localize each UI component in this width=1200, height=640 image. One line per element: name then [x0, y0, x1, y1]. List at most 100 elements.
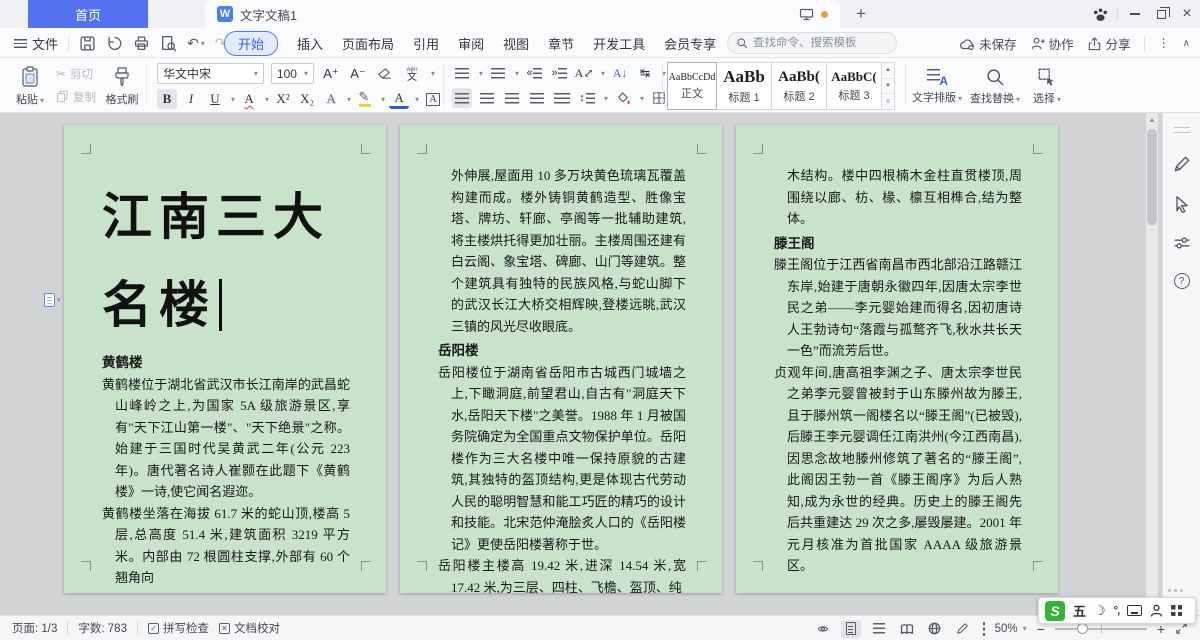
more-options-icon[interactable]: ⋮	[1158, 36, 1170, 50]
zoom-level-button[interactable]: 50% ▾	[995, 623, 1027, 635]
bullet-list-button[interactable]	[452, 63, 472, 83]
word-count[interactable]: 字数: 783	[78, 620, 127, 636]
underline-button[interactable]: U	[205, 89, 225, 109]
increase-indent-button[interactable]: »	[549, 63, 569, 83]
tab-page-layout[interactable]: 页面布局	[342, 34, 394, 53]
shading-dropdown-icon[interactable]: ▾	[640, 94, 644, 103]
paragraph[interactable]: 外伸展,屋面用 10 多万块黄色琉璃瓦覆盖构建而成。楼外铸铜黄鹤造型、胜像宝塔、…	[438, 165, 686, 337]
font-color-button[interactable]: A	[389, 89, 409, 109]
share-button[interactable]: 分享	[1087, 34, 1131, 53]
zoom-slider-knob[interactable]	[1077, 623, 1088, 634]
tab-member[interactable]: 会员专享	[664, 34, 716, 53]
soft-keyboard-icon[interactable]	[1127, 605, 1142, 616]
phonetic-dropdown-icon[interactable]: ▾	[431, 69, 435, 78]
ime-toolbox-icon[interactable]	[1171, 605, 1182, 616]
undo-button[interactable]: ↶▾	[187, 35, 205, 52]
align-left-button[interactable]	[452, 88, 472, 108]
fit-page-button[interactable]	[983, 623, 985, 635]
collapse-ribbon-icon[interactable]: ∧	[1183, 38, 1190, 49]
vertical-scrollbar[interactable]: ▲	[1146, 113, 1158, 615]
heading-yueyanglou[interactable]: 岳阳楼	[438, 340, 686, 362]
heading-huanghelou[interactable]: 黄鹤楼	[102, 352, 350, 374]
strikethrough-dropdown-icon[interactable]: ▾	[265, 95, 269, 104]
apps-paw-icon[interactable]	[1087, 0, 1113, 28]
style-heading3[interactable]: AaBbC( 标题 3	[827, 62, 882, 110]
select-button[interactable]: 选择▾	[1024, 58, 1070, 112]
underline-dropdown-icon[interactable]: ▾	[231, 95, 235, 104]
settings-button[interactable]	[1173, 235, 1191, 251]
line-spacing-button[interactable]: ↕	[577, 88, 597, 108]
page-indicator[interactable]: 页面: 1/3	[12, 620, 57, 636]
tab-insert[interactable]: 插入	[297, 34, 323, 53]
paragraph[interactable]: 木结构。楼中四根楠木金柱直贯楼顶,周围绕以廊、枋、椽、檩互相榫合,结为整体。	[774, 165, 1022, 230]
character-scale-dropdown-icon[interactable]: ▾	[601, 69, 605, 78]
decrease-indent-button[interactable]: «	[524, 63, 544, 83]
zoom-dropdown-icon[interactable]: ▾	[1023, 624, 1027, 633]
paragraph[interactable]: 滕王阁位于江西省南昌市西北部沿江路赣江东岸,始建于唐朝永徽四年,因唐太宗李世民之…	[774, 254, 1022, 362]
print-button[interactable]	[133, 35, 150, 52]
font-name-dropdown-icon[interactable]: ▾	[254, 69, 258, 78]
font-color-dropdown-icon[interactable]: ▾	[415, 95, 419, 104]
text-layout-dropdown-icon[interactable]: ▾	[958, 94, 962, 103]
wrap-mark-button[interactable]: ↹	[635, 63, 655, 83]
heading-tengwangge[interactable]: 滕王阁	[774, 233, 1022, 255]
doc-proof-button[interactable]: ✕ 文档校对	[219, 620, 280, 636]
scroll-up-icon[interactable]: ▲	[1146, 113, 1158, 127]
align-center-button[interactable]	[477, 88, 497, 108]
annotate-pen-button[interactable]	[1173, 155, 1191, 173]
halfwidth-moon-icon[interactable]: ☽	[1094, 603, 1106, 619]
scrollbar-thumb[interactable]	[1147, 129, 1157, 225]
text-effects-dropdown-icon[interactable]: ▾	[347, 95, 351, 104]
page-1[interactable]: ▾ 江南三大 名楼 黄鹤楼 黄鹤楼位于湖北省武汉市长江南岸的武昌蛇山峰岭之上,为…	[64, 125, 386, 593]
bold-button[interactable]: B	[157, 89, 177, 109]
character-scale-button[interactable]: A⤢	[574, 63, 594, 83]
font-name-combo[interactable]: 华文中宋 ▾	[157, 63, 264, 84]
justify-button[interactable]	[527, 88, 547, 108]
minimize-button[interactable]	[1122, 0, 1148, 28]
tab-document[interactable]: W 文字文稿1	[205, 0, 840, 28]
format-painter-button[interactable]: 格式刷	[100, 58, 144, 112]
phonetic-guide-button[interactable]: wén 文	[402, 64, 422, 84]
style-heading1[interactable]: AaBb 标题 1	[717, 62, 772, 110]
paste-dropdown-icon[interactable]: ▾	[40, 96, 44, 105]
font-size-combo[interactable]: 100 ▾	[271, 63, 314, 84]
style-normal[interactable]: AaBbCcDd 正文	[667, 62, 717, 110]
highlight-button[interactable]	[355, 89, 375, 109]
paragraph[interactable]: 黄鹤楼位于湖北省武汉市长江南岸的武昌蛇山峰岭之上,为国家 5A 级旅游景区,享有…	[102, 374, 350, 503]
page-3[interactable]: 木结构。楼中四根楠木金柱直贯楼顶,周围绕以廊、枋、椽、檩互相榫合,结为整体。 滕…	[736, 125, 1058, 593]
sogou-logo[interactable]: S	[1045, 601, 1065, 621]
clear-format-button[interactable]	[375, 64, 395, 84]
paragraph[interactable]: 贞观年间,唐高祖李渊之子、唐太宗李世民之弟李元婴曾被封于山东滕州故为滕王,且于滕…	[774, 362, 1022, 577]
ime-mode-wubi[interactable]: 五	[1073, 601, 1086, 620]
save-status[interactable]: 未保存	[959, 34, 1017, 53]
superscript-button[interactable]: X²	[273, 89, 293, 109]
eye-protect-button[interactable]	[815, 623, 831, 635]
tab-references[interactable]: 引用	[413, 34, 439, 53]
text-effects-button[interactable]: A	[321, 89, 341, 109]
punctuation-mode[interactable]: °,	[1114, 605, 1119, 617]
styles-scroll-down-icon[interactable]: ▼	[882, 79, 894, 95]
file-menu-button[interactable]: 文件	[14, 34, 58, 53]
pointer-tool-button[interactable]	[1173, 195, 1190, 213]
collaborate-button[interactable]: 协作	[1030, 34, 1074, 53]
shrink-font-button[interactable]: A⁻	[348, 64, 368, 84]
text-direction-button[interactable]: A↓	[610, 63, 630, 83]
monitor-icon[interactable]	[799, 8, 814, 21]
export-pdf-button[interactable]	[106, 35, 123, 52]
subscript-button[interactable]: X₂	[297, 89, 317, 109]
highlight-dropdown-icon[interactable]: ▾	[381, 95, 385, 104]
distribute-button[interactable]	[552, 88, 572, 108]
command-search-box[interactable]	[727, 32, 897, 54]
char-shading-button[interactable]: A	[423, 89, 443, 109]
restore-button[interactable]	[1148, 0, 1174, 28]
text-layout-button[interactable]: 文字排版▾	[908, 58, 966, 112]
outline-view-button[interactable]	[869, 620, 889, 638]
numbered-list-dropdown-icon[interactable]: ▾	[515, 69, 519, 78]
rail-drag-handle[interactable]	[1174, 127, 1190, 133]
font-size-dropdown-icon[interactable]: ▾	[304, 69, 308, 78]
close-button[interactable]: ×	[1174, 0, 1200, 28]
print-preview-button[interactable]	[160, 35, 177, 52]
new-tab-button[interactable]: +	[848, 2, 874, 26]
help-button[interactable]: ?	[1174, 273, 1190, 289]
line-spacing-dropdown-icon[interactable]: ▾	[604, 94, 608, 103]
